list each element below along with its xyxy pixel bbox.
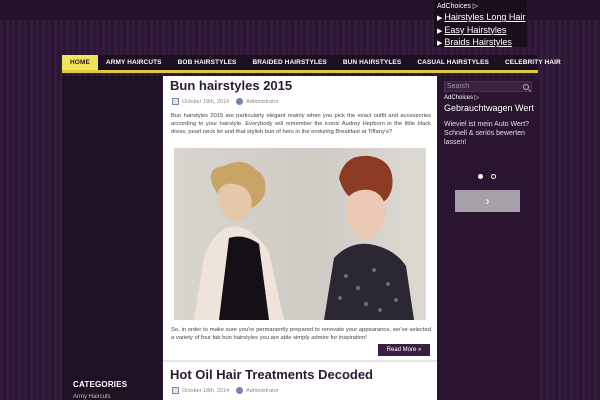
- user-icon: [236, 387, 244, 394]
- nav-item-casual-hairstyles[interactable]: CASUAL HAIRSTYLES: [409, 55, 497, 70]
- post-title[interactable]: Bun hairstyles 2015: [170, 78, 292, 93]
- nav-item-army-haircuts[interactable]: ARMY HAIRCUTS: [98, 55, 170, 70]
- post-divider: [163, 360, 437, 362]
- carousel-dot-active[interactable]: [478, 174, 483, 179]
- triangle-icon: ▶: [437, 40, 443, 47]
- chevron-right-icon[interactable]: ›: [455, 190, 520, 212]
- ad-link-2[interactable]: ▶ Easy Hairstyles: [437, 25, 524, 38]
- carousel-dots: [478, 174, 496, 179]
- post-meta-2: October 18th, 2014 Administrator: [172, 387, 279, 394]
- nav-item-braided-hairstyles[interactable]: BRAIDED HAIRSTYLES: [244, 55, 334, 70]
- left-sidebar: CATEGORIES Army Haircuts: [62, 76, 162, 400]
- post-image-art: [194, 155, 414, 320]
- calendar-icon: [172, 98, 179, 105]
- post-author-2[interactable]: Administrator: [246, 388, 278, 394]
- ad-link-1[interactable]: ▶ Hairstyles Long Hair: [437, 12, 525, 25]
- triangle-icon: ▶: [437, 27, 443, 35]
- calendar-icon: [172, 387, 179, 394]
- post-excerpt: Bun hairstyles 2015 are particularly ele…: [171, 113, 431, 135]
- categories-heading: CATEGORIES: [73, 380, 128, 389]
- user-icon: [236, 98, 244, 105]
- post-title-2[interactable]: Hot Oil Hair Treatments Decoded: [170, 367, 373, 382]
- nav-item-celebrity-hair[interactable]: CELEBRITY HAIR: [497, 55, 569, 70]
- main-content: Bun hairstyles 2015 October 18th, 2014 A…: [163, 76, 437, 400]
- post-image: [174, 148, 426, 320]
- post-date-2: October 18th, 2014: [182, 387, 230, 394]
- post-excerpt-continued: So, in order to make sure you're permane…: [171, 327, 431, 341]
- post-author[interactable]: Administrator: [246, 99, 278, 105]
- main-nav: HOME ARMY HAIRCUTS BOB HAIRSTYLES BRAIDE…: [62, 55, 561, 73]
- nav-item-home[interactable]: HOME: [62, 55, 98, 70]
- triangle-icon: ▶: [437, 15, 443, 22]
- right-sidebar: Search AdChoices ▷ Gebrauchtwagen Wert W…: [438, 76, 538, 400]
- top-ad-box: AdChoices ▷ ▶ Hairstyles Long Hair ▶ Easy …: [434, 0, 527, 47]
- ad-body: Wieviel ist mein Auto Wert? Schnell & se…: [444, 121, 530, 146]
- search-icon[interactable]: [523, 84, 529, 90]
- ad-link-3[interactable]: ▶ Braids Hairstyles: [437, 37, 524, 50]
- carousel-dot[interactable]: [491, 174, 496, 179]
- read-more-button[interactable]: Read More »: [378, 344, 430, 356]
- post-meta: October 18th, 2014 Administrator: [172, 98, 279, 105]
- category-link[interactable]: Army Haircuts: [73, 394, 111, 400]
- nav-item-bun-hairstyles[interactable]: BUN HAIRSTYLES: [335, 55, 409, 70]
- post-date: October 18th, 2014: [182, 98, 230, 105]
- nav-item-bob-hairstyles[interactable]: BOB HAIRSTYLES: [170, 55, 245, 70]
- search-input[interactable]: Search: [444, 81, 532, 92]
- adchoices-label[interactable]: AdChoices ▷: [444, 94, 534, 101]
- adchoices-label[interactable]: AdChoices ▷: [437, 2, 524, 10]
- ad-headline[interactable]: Gebrauchtwagen Wert: [444, 103, 534, 114]
